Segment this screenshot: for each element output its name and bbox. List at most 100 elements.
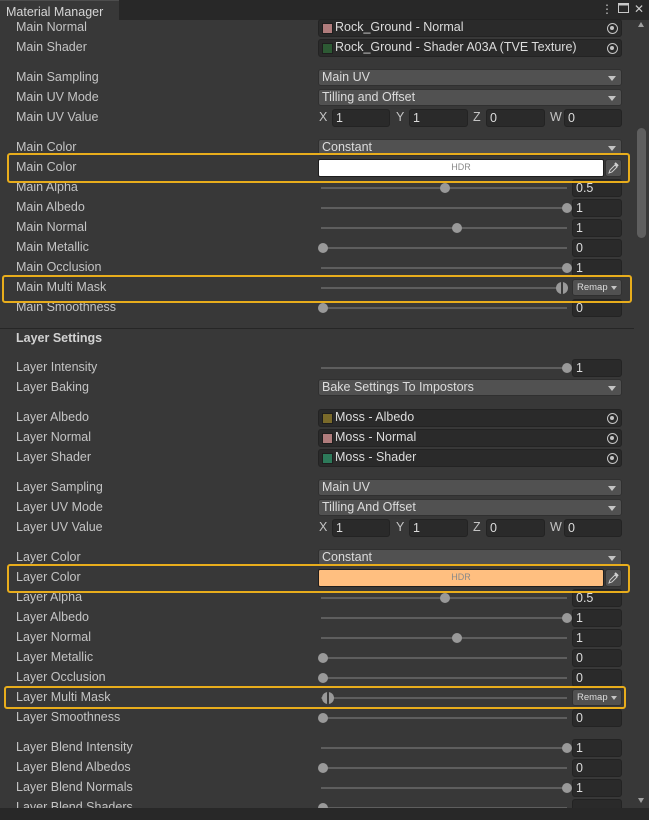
main-shader-field[interactable]: Rock_Ground - Shader A03A (TVE Texture) (318, 39, 622, 57)
layer-baking-dropdown[interactable]: Bake Settings To Impostors (318, 379, 622, 396)
layer-blend-shaders-field[interactable] (572, 799, 622, 808)
main-color-mode-dropdown[interactable]: Constant (318, 139, 622, 156)
slider-knob[interactable] (452, 633, 463, 643)
main-uv-mode-dropdown[interactable]: Tilling and Offset (318, 89, 622, 106)
minmax-slider-track[interactable] (321, 697, 567, 699)
layer-shader-tex-field[interactable]: Moss - Shader (318, 449, 622, 467)
layer-metallic-label: Layer Metallic (16, 650, 94, 664)
layer-sampling-dropdown[interactable]: Main UV (318, 479, 622, 496)
slider-track[interactable] (321, 207, 567, 209)
main-uv-z-field[interactable]: 0 (486, 109, 545, 127)
slider-track[interactable] (321, 787, 567, 789)
main-sampling-dropdown[interactable]: Main UV (318, 69, 622, 86)
layer-albedo-tex-field[interactable]: Moss - Albedo (318, 409, 622, 427)
layer-blend-intensity-field[interactable]: 1 (572, 739, 622, 757)
slider-knob[interactable] (562, 783, 572, 793)
layer-uv-w-field[interactable]: 0 (564, 519, 622, 537)
layer-normal-tex-row: Layer Normal Moss - Normal (0, 428, 634, 448)
object-picker-icon[interactable] (607, 43, 618, 54)
layer-intensity-label: Layer Intensity (16, 360, 98, 374)
main-normal-field[interactable]: Rock_Ground - Normal (318, 19, 622, 37)
layer-uv-mode-dropdown[interactable]: Tilling And Offset (318, 499, 622, 516)
vertical-scrollbar[interactable] (634, 20, 649, 808)
slider-knob[interactable] (318, 763, 328, 773)
layer-uv-z-field[interactable]: 0 (486, 519, 545, 537)
minmax-slider-knob[interactable] (322, 692, 335, 704)
layer-multi-mask-remap-dropdown[interactable]: Remap (572, 689, 622, 706)
object-picker-icon[interactable] (607, 433, 618, 444)
eyedropper-icon[interactable] (605, 159, 622, 177)
layer-uv-x-field[interactable]: 1 (332, 519, 390, 537)
main-smoothness-field[interactable]: 0 (572, 299, 622, 317)
layer-intensity-field[interactable]: 1 (572, 359, 622, 377)
object-picker-icon[interactable] (607, 23, 618, 34)
slider-track[interactable] (321, 307, 567, 309)
layer-normal-field[interactable]: 1 (572, 629, 622, 647)
layer-normal-tex-field[interactable]: Moss - Normal (318, 429, 622, 447)
slider-knob[interactable] (318, 303, 328, 313)
slider-knob[interactable] (318, 673, 328, 683)
main-occlusion-field[interactable]: 1 (572, 259, 622, 277)
slider-knob[interactable] (440, 593, 450, 603)
layer-metallic-field[interactable]: 0 (572, 649, 622, 667)
slider-knob[interactable] (562, 363, 572, 373)
kebab-menu-icon[interactable]: ⋮ (600, 2, 614, 16)
layer-color-mode-dropdown[interactable]: Constant (318, 549, 622, 566)
slider-track[interactable] (321, 617, 567, 619)
object-picker-icon[interactable] (607, 413, 618, 424)
main-metallic-field[interactable]: 0 (572, 239, 622, 257)
main-uv-w-field[interactable]: 0 (564, 109, 622, 127)
main-uv-x-field[interactable]: 1 (332, 109, 390, 127)
tab-bar: Material Manager ⋮ ✕ (0, 0, 649, 22)
layer-blend-albedos-field[interactable]: 0 (572, 759, 622, 777)
scrollbar-thumb[interactable] (637, 128, 646, 238)
close-icon[interactable]: ✕ (632, 2, 646, 16)
slider-knob[interactable] (562, 743, 572, 753)
slider-knob[interactable] (452, 223, 463, 233)
slider-track[interactable] (321, 227, 567, 229)
main-normal-slider-field[interactable]: 1 (572, 219, 622, 237)
layer-smoothness-field[interactable]: 0 (572, 709, 622, 727)
main-alpha-field[interactable]: 0.5 (572, 179, 622, 197)
maximize-icon[interactable] (616, 2, 630, 16)
main-uv-y-field[interactable]: 1 (409, 109, 468, 127)
layer-occlusion-field[interactable]: 0 (572, 669, 622, 687)
slider-knob[interactable] (318, 653, 328, 663)
slider-track[interactable] (321, 637, 567, 639)
slider-track[interactable] (321, 247, 567, 249)
slider-track[interactable] (321, 717, 567, 719)
scroll-down-icon[interactable] (638, 798, 644, 803)
object-picker-icon[interactable] (607, 453, 618, 464)
main-color-field[interactable]: HDR (318, 159, 604, 177)
layer-smoothness-label: Layer Smoothness (16, 710, 121, 724)
slider-knob[interactable] (440, 183, 450, 193)
slider-track[interactable] (321, 267, 567, 269)
main-alpha-label: Main Alpha (16, 180, 78, 194)
slider-track[interactable] (321, 767, 567, 769)
eyedropper-icon[interactable] (605, 569, 622, 587)
main-albedo-field[interactable]: 1 (572, 199, 622, 217)
main-multi-mask-remap-dropdown[interactable]: Remap (572, 279, 622, 296)
layer-color-field[interactable]: HDR (318, 569, 604, 587)
layer-alpha-field[interactable]: 0.5 (572, 589, 622, 607)
slider-knob[interactable] (318, 243, 328, 253)
slider-track[interactable] (321, 367, 567, 369)
slider-knob[interactable] (562, 263, 572, 273)
slider-track[interactable] (321, 677, 567, 679)
dropdown-arrow-icon (608, 76, 616, 81)
layer-baking-value: Bake Settings To Impostors (322, 380, 474, 394)
slider-track[interactable] (321, 747, 567, 749)
slider-knob[interactable] (318, 713, 328, 723)
slider-knob[interactable] (562, 203, 572, 213)
layer-albedo-field[interactable]: 1 (572, 609, 622, 627)
main-uv-value-row: Main UV Value X 1 Y 1 Z 0 W 0 (0, 108, 634, 128)
minmax-slider-track[interactable] (321, 287, 567, 289)
slider-track[interactable] (321, 657, 567, 659)
dropdown-arrow-icon (608, 96, 616, 101)
layer-uv-y-field[interactable]: 1 (409, 519, 468, 537)
layer-albedo-tex-value: Moss - Albedo (335, 410, 415, 424)
minmax-slider-knob[interactable] (555, 282, 568, 294)
slider-knob[interactable] (562, 613, 572, 623)
scroll-up-icon[interactable] (638, 22, 644, 27)
layer-blend-normals-field[interactable]: 1 (572, 779, 622, 797)
